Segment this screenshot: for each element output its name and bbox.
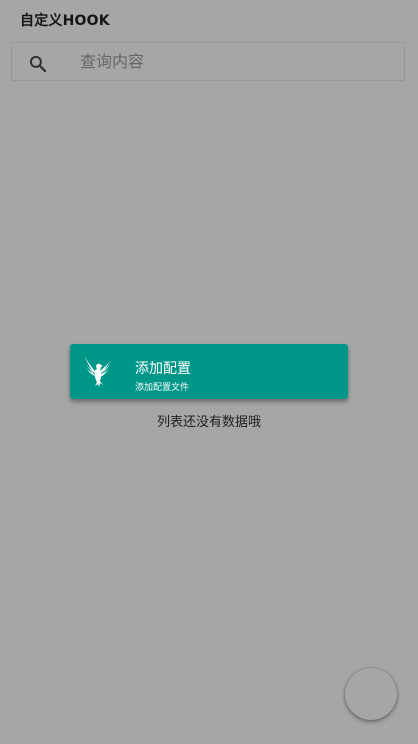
- search-input[interactable]: [78, 43, 390, 80]
- add-config-card[interactable]: 添加配置 添加配置文件: [70, 344, 348, 399]
- floating-action-button[interactable]: [345, 668, 397, 720]
- card-title: 添加配置: [135, 361, 191, 377]
- eagle-icon: [84, 356, 112, 387]
- search-icon[interactable]: [28, 54, 48, 74]
- card-subtitle: 添加配置文件: [135, 383, 190, 393]
- page-title: 自定义HOOK: [20, 13, 110, 29]
- app-bar: 自定义HOOK: [0, 0, 418, 40]
- empty-state-message: 列表还没有数据哦: [156, 415, 261, 430]
- search-box[interactable]: [11, 42, 405, 81]
